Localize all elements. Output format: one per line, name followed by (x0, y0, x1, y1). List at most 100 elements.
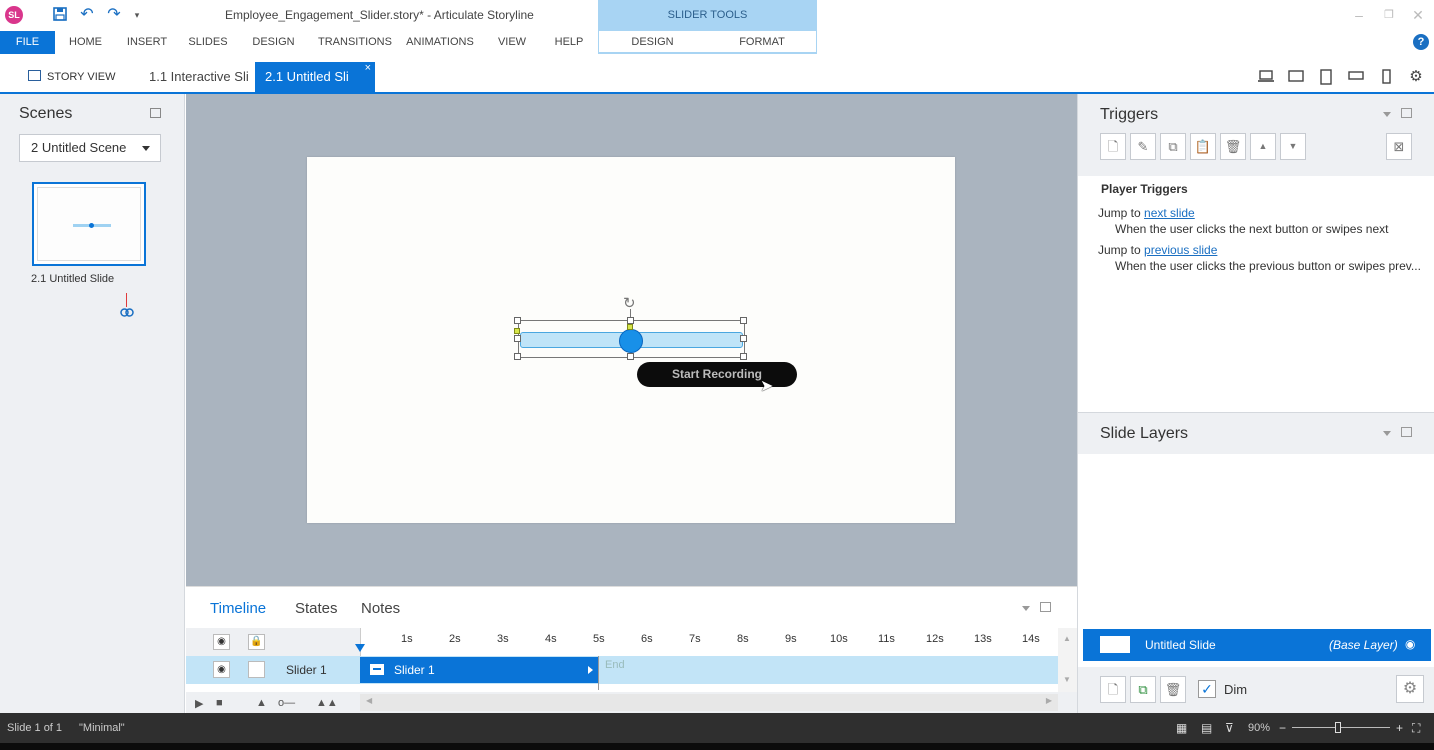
story-view-button[interactable]: STORY VIEW (28, 70, 115, 83)
vertical-scrollbar[interactable]: ▲ ▼ (1058, 628, 1077, 692)
story-view-icon[interactable]: ▦ (1176, 721, 1187, 735)
save-icon[interactable] (51, 6, 69, 24)
collapse-panel-icon[interactable] (1383, 431, 1391, 436)
lock-icon[interactable]: 🔒 (248, 634, 265, 650)
move-down-icon[interactable]: ▼ (1280, 133, 1306, 160)
slide-canvas[interactable]: ↻ Start Recording ➤ (307, 157, 955, 523)
tab-transitions[interactable]: TRANSITIONS (310, 31, 400, 54)
customize-toolbar-icon[interactable]: ▾ (128, 6, 146, 24)
close-tab-icon[interactable]: × (365, 53, 371, 83)
tab-slide-2-1[interactable]: 2.1 Untitled Sli × (255, 62, 375, 92)
scroll-down-icon[interactable]: ▼ (1063, 675, 1071, 684)
duplicate-layer-icon[interactable]: ⧉ (1130, 676, 1156, 703)
eye-icon[interactable]: ◉ (213, 661, 230, 678)
zoom-in-icon[interactable]: ▲▲ (316, 697, 338, 709)
normal-view-icon[interactable]: ▤ (1201, 721, 1212, 735)
resize-handle-w[interactable] (514, 335, 521, 342)
tab-slide-1-1[interactable]: 1.1 Interactive Sli (140, 62, 258, 92)
zoom-out-icon[interactable]: ▲ (256, 697, 267, 709)
zoom-in-icon[interactable]: + (1396, 721, 1403, 735)
pin-panel-icon[interactable] (1040, 602, 1051, 612)
pin-panel-icon[interactable] (1401, 427, 1412, 437)
base-layer-row[interactable]: Untitled Slide (Base Layer) ◉ (1083, 629, 1431, 661)
phone-portrait-icon[interactable] (1378, 69, 1394, 85)
end-marker[interactable] (598, 656, 599, 690)
tablet-landscape-icon[interactable] (1288, 69, 1304, 85)
preview-icon[interactable]: ⊽ (1225, 721, 1234, 735)
zoom-slider-knob[interactable] (1335, 722, 1341, 733)
variables-icon[interactable]: ⊠ (1386, 133, 1412, 160)
tab-slider-design[interactable]: DESIGN (620, 31, 685, 54)
resize-handle-n[interactable] (627, 317, 634, 324)
delete-trigger-icon[interactable]: 🗑 (1220, 133, 1246, 160)
delete-layer-icon[interactable]: 🗑 (1160, 676, 1186, 703)
new-layer-icon[interactable]: 🗋 (1100, 676, 1126, 703)
dim-checkbox[interactable]: ✓ (1198, 680, 1216, 698)
edit-trigger-icon[interactable]: ✎ (1130, 133, 1156, 160)
gear-icon[interactable]: ⚙ (1408, 69, 1424, 85)
tab-notes[interactable]: Notes (361, 600, 400, 617)
scroll-right-icon[interactable]: ▶ (1046, 696, 1052, 705)
gear-icon[interactable]: ⚙ (1396, 675, 1424, 703)
tab-animations[interactable]: ANIMATIONS (401, 31, 479, 54)
resize-handle-s[interactable] (627, 353, 634, 360)
pin-panel-icon[interactable] (1401, 108, 1412, 118)
desktop-preview-icon[interactable] (1258, 69, 1274, 85)
lock-toggle[interactable] (248, 661, 265, 678)
tab-design[interactable]: DESIGN (247, 31, 300, 54)
timeline-row[interactable]: ◉ Slider 1 Slider 1 End (186, 656, 1058, 690)
tab-slider-format[interactable]: FORMAT (727, 31, 797, 54)
tab-states[interactable]: States (295, 600, 338, 617)
scroll-left-icon[interactable]: ◀ (366, 696, 372, 705)
horizontal-scrollbar[interactable]: ◀ ▶ (360, 694, 1058, 711)
slider-thumb[interactable] (619, 329, 643, 353)
copy-trigger-icon[interactable]: ⧉ (1160, 133, 1186, 160)
resize-handle-nw[interactable] (514, 317, 521, 324)
tab-view[interactable]: VIEW (490, 31, 534, 54)
new-trigger-icon[interactable]: 🗋 (1100, 133, 1126, 160)
timeline-bar[interactable]: Slider 1 (360, 657, 598, 683)
eye-icon[interactable]: ◉ (1405, 637, 1415, 651)
stop-icon[interactable]: ■ (216, 697, 223, 709)
redo-icon[interactable]: ↷ (105, 6, 123, 24)
playhead[interactable] (355, 644, 365, 652)
tab-help[interactable]: HELP (548, 31, 590, 54)
tab-insert[interactable]: INSERT (122, 31, 172, 54)
collapse-panel-icon[interactable] (1022, 606, 1030, 611)
restore-icon[interactable]: ❐ (1381, 7, 1397, 23)
resize-handle-sw[interactable] (514, 353, 521, 360)
resize-handle-e[interactable] (740, 335, 747, 342)
close-window-icon[interactable]: ✕ (1410, 7, 1426, 23)
adjust-handle-left[interactable] (514, 328, 520, 334)
minimize-icon[interactable]: – (1351, 7, 1367, 23)
collapse-panel-icon[interactable] (1383, 112, 1391, 117)
zoom-slider-track[interactable] (1292, 727, 1390, 728)
tablet-portrait-icon[interactable] (1318, 69, 1334, 85)
resize-handle-se[interactable] (740, 353, 747, 360)
undo-icon[interactable]: ↶ (78, 6, 96, 24)
move-up-icon[interactable]: ▲ (1250, 133, 1276, 160)
tab-timeline[interactable]: Timeline (210, 600, 266, 617)
adjust-handle-top[interactable] (627, 324, 633, 330)
trigger-target-link[interactable]: next slide (1144, 206, 1195, 220)
pin-panel-icon[interactable] (150, 108, 161, 118)
tab-file[interactable]: FILE (0, 31, 55, 54)
zoom-out-icon[interactable]: − (1279, 721, 1286, 735)
slide-thumbnail[interactable] (32, 182, 146, 266)
timeline-ruler[interactable]: 1s 2s 3s 4s 5s 6s 7s 8s 9s 10s 11s 12s 1… (360, 628, 1058, 656)
trigger-item[interactable]: Jump to previous slide (1098, 243, 1217, 257)
zoom-slider-icon[interactable]: o— (278, 697, 295, 709)
tab-slides[interactable]: SLIDES (183, 31, 233, 54)
tab-home[interactable]: HOME (60, 31, 111, 54)
scene-dropdown[interactable]: 2 Untitled Scene (19, 134, 161, 162)
phone-landscape-icon[interactable] (1348, 69, 1364, 85)
trigger-target-link[interactable]: previous slide (1144, 243, 1217, 257)
resize-handle-ne[interactable] (740, 317, 747, 324)
help-icon[interactable]: ? (1413, 34, 1429, 50)
scroll-up-icon[interactable]: ▲ (1063, 634, 1071, 643)
fit-to-window-icon[interactable]: ⛶ (1412, 721, 1420, 736)
paste-trigger-icon[interactable]: 📋 (1190, 133, 1216, 160)
play-icon[interactable]: ▶ (195, 697, 203, 710)
eye-icon[interactable]: ◉ (213, 634, 230, 650)
trigger-item[interactable]: Jump to next slide (1098, 206, 1195, 220)
